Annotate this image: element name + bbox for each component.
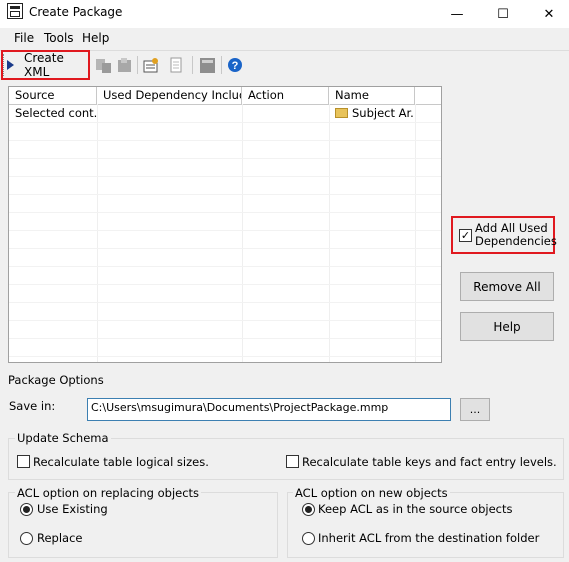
folder-icon bbox=[335, 107, 348, 118]
column-header-extra bbox=[415, 87, 441, 104]
cell-name-text: Subject Ar... bbox=[352, 106, 415, 120]
use-existing-label: Use Existing bbox=[37, 502, 108, 516]
checkbox-empty-icon bbox=[286, 455, 299, 468]
close-button[interactable]: ✕ bbox=[526, 0, 569, 28]
radio-empty-icon bbox=[20, 532, 33, 545]
window-icon[interactable] bbox=[197, 54, 217, 76]
package-options-heading: Package Options bbox=[8, 373, 104, 387]
grid-row-line bbox=[9, 230, 441, 231]
add-all-used-dependencies-label: Add All Used Dependencies bbox=[475, 222, 557, 248]
cell-used-dependency bbox=[97, 105, 242, 122]
grid-row-line bbox=[9, 284, 441, 285]
toolbar-separator bbox=[221, 56, 222, 74]
grid-column-line bbox=[242, 104, 243, 362]
svg-text:?: ? bbox=[232, 60, 239, 72]
properties-icon[interactable] bbox=[141, 54, 161, 76]
maximize-button[interactable]: ☐ bbox=[480, 0, 526, 28]
menu-file[interactable]: File bbox=[14, 31, 34, 45]
acl-new-heading: ACL option on new objects bbox=[293, 486, 450, 500]
grid-row-line bbox=[9, 122, 441, 123]
grid-row-line bbox=[9, 194, 441, 195]
toolbar-separator bbox=[137, 56, 138, 74]
save-in-label: Save in: bbox=[9, 399, 56, 413]
document-icon[interactable] bbox=[166, 54, 186, 76]
cell-source: Selected cont... bbox=[15, 106, 97, 120]
export-icon[interactable] bbox=[114, 54, 134, 76]
play-icon bbox=[7, 60, 14, 70]
help-button[interactable]: Help bbox=[460, 312, 554, 341]
browse-button[interactable]: ... bbox=[460, 398, 490, 421]
app-icon bbox=[7, 3, 23, 19]
radio-selected-icon bbox=[302, 503, 315, 516]
checkbox-check-icon: ✓ bbox=[459, 229, 472, 242]
window-title: Create Package bbox=[29, 5, 123, 19]
recalc-keys-checkbox[interactable] bbox=[286, 455, 299, 471]
save-in-field[interactable]: C:\Users\msugimura\Documents\ProjectPack… bbox=[87, 398, 451, 421]
grid-column-line bbox=[329, 104, 330, 362]
checkbox-empty-icon bbox=[17, 455, 30, 468]
grid-row-line bbox=[9, 302, 441, 303]
toolbar-separator bbox=[192, 56, 193, 74]
replace-label: Replace bbox=[37, 531, 83, 545]
radio-empty-icon bbox=[302, 532, 315, 545]
add-all-label-line2: Dependencies bbox=[475, 234, 557, 248]
keep-acl-label: Keep ACL as in the source objects bbox=[318, 502, 513, 516]
grid-row-line bbox=[9, 356, 441, 357]
grid-row-line bbox=[9, 266, 441, 267]
column-header-used-dependency[interactable]: Used Dependency Included bbox=[97, 87, 242, 104]
add-all-used-dependencies-checkbox[interactable]: ✓ bbox=[459, 229, 472, 242]
create-xml-label: Create XML bbox=[24, 51, 64, 79]
recalc-logical-sizes-checkbox[interactable] bbox=[17, 455, 30, 471]
grid-column-line bbox=[415, 104, 416, 362]
grid-header: Source Used Dependency Included Action N… bbox=[9, 87, 441, 105]
replace-radio[interactable] bbox=[20, 532, 33, 548]
import-icon[interactable] bbox=[93, 54, 113, 76]
grid-row-line bbox=[9, 248, 441, 249]
acl-replacing-heading: ACL option on replacing objects bbox=[15, 486, 202, 500]
column-header-source[interactable]: Source bbox=[9, 87, 97, 104]
keep-acl-radio[interactable] bbox=[302, 503, 315, 516]
grid-row-line bbox=[9, 158, 441, 159]
cell-action bbox=[242, 105, 329, 122]
grid-row-line bbox=[9, 320, 441, 321]
inherit-acl-label: Inherit ACL from the destination folder bbox=[318, 531, 540, 545]
create-xml-button[interactable]: Create XML bbox=[6, 51, 86, 79]
menu-help[interactable]: Help bbox=[82, 31, 109, 45]
dependency-grid[interactable]: Source Used Dependency Included Action N… bbox=[8, 86, 442, 363]
column-header-action[interactable]: Action bbox=[242, 87, 329, 104]
use-existing-radio[interactable] bbox=[20, 503, 33, 516]
minimize-button[interactable]: — bbox=[434, 0, 480, 28]
column-header-name[interactable]: Name bbox=[329, 87, 415, 104]
update-schema-heading: Update Schema bbox=[15, 431, 111, 445]
menu-tools[interactable]: Tools bbox=[44, 31, 74, 45]
radio-selected-icon bbox=[20, 503, 33, 516]
grid-row-line bbox=[9, 140, 441, 141]
cell-name: Subject Ar... bbox=[329, 105, 415, 122]
recalc-logical-sizes-label: Recalculate table logical sizes. bbox=[33, 455, 209, 469]
grid-row-line bbox=[9, 338, 441, 339]
grid-row-line bbox=[9, 176, 441, 177]
recalc-keys-label: Recalculate table keys and fact entry le… bbox=[302, 455, 557, 469]
grid-column-line bbox=[97, 104, 98, 362]
help-icon[interactable]: ? bbox=[225, 54, 245, 76]
grid-row-line bbox=[9, 212, 441, 213]
inherit-acl-radio[interactable] bbox=[302, 532, 315, 548]
remove-all-button[interactable]: Remove All bbox=[460, 272, 554, 301]
